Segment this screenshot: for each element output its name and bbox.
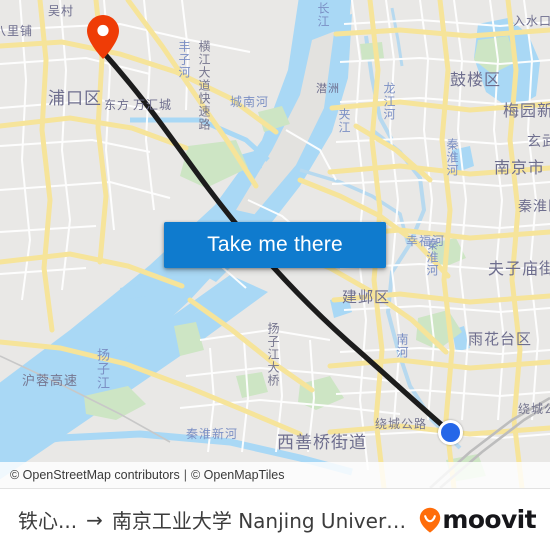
attribution-openmaptiles[interactable]: © OpenMapTiles — [191, 468, 285, 482]
trip-footer-bar: 铁心... → 南京工业大学 Nanjing University of Tec… — [0, 488, 550, 550]
take-me-there-button[interactable]: Take me there — [164, 222, 386, 268]
map-attribution: © OpenStreetMap contributors | © OpenMap… — [0, 462, 550, 488]
map-canvas[interactable]: 吴村八里铺入水口浦口区东方万汇城鼓楼区梅园新村玄武南京市秦淮区夫子庙街道建邺区雨… — [0, 0, 550, 488]
moovit-logo[interactable]: moovit — [419, 505, 537, 534]
trip-destination-label: 南京工业大学 Nanjing University of Technol... — [111, 509, 414, 533]
arrow-right-icon: → — [86, 507, 103, 532]
attribution-osm[interactable]: © OpenStreetMap contributors — [10, 468, 180, 482]
attribution-separator: | — [183, 468, 187, 482]
moovit-trip-map-screen: 吴村八里铺入水口浦口区东方万汇城鼓楼区梅园新村玄武南京市秦淮区夫子庙街道建邺区雨… — [0, 0, 550, 550]
moovit-wordmark: moovit — [442, 505, 536, 534]
trip-summary: 铁心... → 南京工业大学 Nanjing University of Tec… — [18, 505, 413, 534]
moovit-pin-icon — [420, 507, 441, 533]
location-dot-icon — [438, 420, 463, 445]
trip-origin-label: 铁心... — [18, 509, 78, 533]
take-me-there-label: Take me there — [207, 233, 343, 256]
